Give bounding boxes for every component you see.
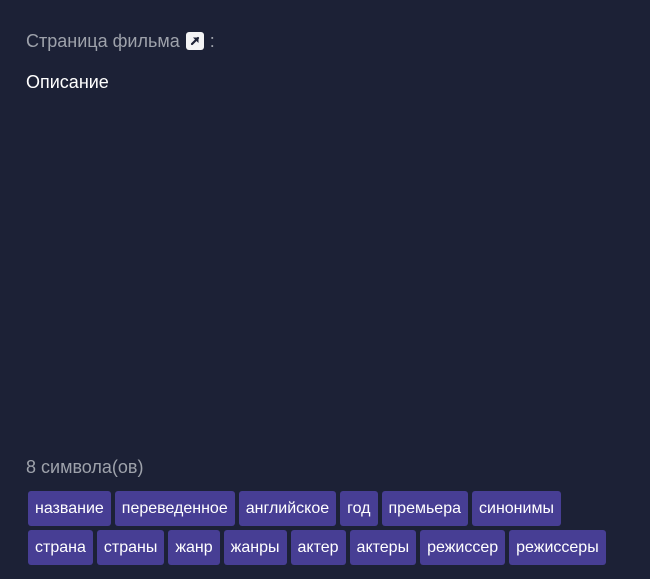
external-link-icon[interactable]	[185, 32, 204, 50]
tag-list: название переведенное английское год пре…	[28, 491, 628, 565]
tag-synonyms[interactable]: синонимы	[472, 491, 561, 526]
tag-translated[interactable]: переведенное	[114, 491, 235, 526]
tag-year[interactable]: год	[340, 491, 378, 526]
tag-genres[interactable]: жанры	[223, 530, 287, 565]
tag-english[interactable]: английское	[238, 491, 337, 526]
tag-premiere[interactable]: премьера	[381, 491, 468, 526]
header-colon: :	[209, 30, 215, 51]
tag-directors[interactable]: режиссеры	[509, 530, 606, 565]
tag-actors[interactable]: актеры	[349, 530, 417, 565]
character-count: 8 символа(ов)	[26, 457, 144, 477]
tag-country[interactable]: страна	[28, 530, 93, 565]
movie-page-label-text: Страница фильма	[26, 30, 180, 51]
tag-director[interactable]: режиссер	[420, 530, 506, 565]
tag-actor[interactable]: актер	[290, 530, 346, 565]
description-label: Описание	[26, 72, 109, 92]
tag-countries[interactable]: страны	[96, 530, 165, 565]
tag-genre[interactable]: жанр	[168, 530, 220, 565]
movie-page-label: Страница фильма :	[26, 30, 215, 52]
tag-name[interactable]: название	[28, 491, 111, 526]
